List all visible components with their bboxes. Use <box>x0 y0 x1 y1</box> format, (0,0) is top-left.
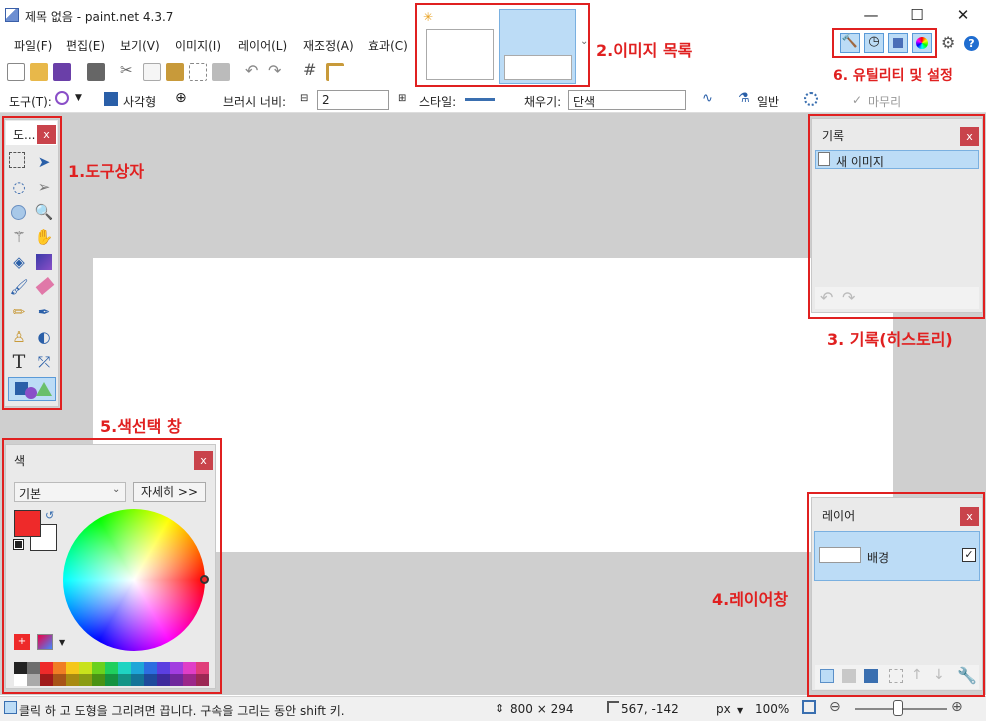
fill-label: 채우기: <box>524 95 562 109</box>
menu-view[interactable]: 보기(V) <box>120 37 160 54</box>
style-label: 스타일: <box>419 95 457 109</box>
shape-label[interactable]: 사각형 <box>123 93 156 110</box>
history-annotation-box <box>808 114 985 319</box>
blend-mode-select[interactable]: 일반 <box>757 93 779 110</box>
menu-adjustments[interactable]: 재조정(A) <box>303 37 354 54</box>
zoom-level[interactable]: 100% <box>755 702 789 716</box>
tools-annotation-box <box>2 116 62 410</box>
layers-annotation-box <box>807 492 985 697</box>
history-annotation: 3. 기록(히스토리) <box>827 330 953 349</box>
status-hint: 클릭 하 고 도형을 그리려면 끕니다. 구속을 그리는 동안 shift 키. <box>19 704 345 718</box>
minimize-button[interactable]: — <box>848 0 894 30</box>
tools-annotation: 1.도구상자 <box>68 162 145 181</box>
cursor-position-icon <box>607 701 619 713</box>
maximize-button[interactable]: ☐ <box>894 0 940 30</box>
menu-effects[interactable]: 효과(C) <box>368 37 408 54</box>
image-list-annotation-box <box>415 3 590 87</box>
decrease-width-icon[interactable]: ⊟ <box>300 93 308 104</box>
selection-mode-icon[interactable] <box>804 92 818 106</box>
app-icon <box>5 8 19 22</box>
units-select[interactable]: px <box>716 702 731 716</box>
image-list-annotation: 2.이미지 목록 <box>596 41 693 60</box>
zoom-slider-handle[interactable] <box>893 700 903 716</box>
shape-type-icon[interactable]: ⊕ <box>175 90 187 106</box>
layers-annotation: 4.레이어창 <box>712 590 789 609</box>
zoom-out-icon[interactable]: ⊖ <box>829 699 841 715</box>
tool-selector-icon[interactable] <box>55 91 69 105</box>
utilities-annotation-box <box>832 28 937 58</box>
ruler-icon[interactable] <box>326 63 344 81</box>
save-icon[interactable] <box>53 63 71 81</box>
checkmark-icon[interactable]: ✓ <box>852 93 862 107</box>
new-file-icon[interactable] <box>7 63 25 81</box>
brush-width-input[interactable]: 2 <box>317 90 389 110</box>
brush-width-label: 브러시 너비: <box>223 95 287 109</box>
tool-dropdown-arrow-icon[interactable]: ▼ <box>75 93 82 103</box>
menu-file[interactable]: 파일(F) <box>14 37 52 54</box>
crop-icon[interactable] <box>189 63 207 81</box>
antialias-icon[interactable]: ∿ <box>702 91 713 106</box>
open-folder-icon[interactable] <box>30 63 48 81</box>
zoom-in-icon[interactable]: ⊕ <box>951 699 963 715</box>
line-style-icon[interactable] <box>465 98 495 101</box>
undo-icon[interactable]: ↶ <box>245 61 258 80</box>
utilities-annotation: 6. 유틸리티 및 설정 <box>833 68 953 84</box>
help-icon[interactable]: ? <box>964 36 979 51</box>
increase-width-icon[interactable]: ⊞ <box>398 93 406 104</box>
window-title: 제목 없음 - paint.net 4.3.7 <box>25 10 174 24</box>
menu-layers[interactable]: 레이어(L) <box>238 37 287 54</box>
menu-edit[interactable]: 편집(E) <box>66 37 105 54</box>
shape-status-icon <box>4 701 17 714</box>
fill-select[interactable]: 단색 <box>568 90 686 110</box>
colors-annotation-box <box>2 438 222 694</box>
copy-icon[interactable] <box>143 63 161 81</box>
zoom-to-window-icon[interactable] <box>802 700 816 714</box>
menu-image[interactable]: 이미지(I) <box>175 37 221 54</box>
paste-icon[interactable] <box>166 63 184 81</box>
print-icon[interactable] <box>87 63 105 81</box>
deselect-icon[interactable] <box>212 63 230 81</box>
settings-gear-icon[interactable]: ⚙ <box>941 33 955 52</box>
grid-icon[interactable]: # <box>303 60 316 79</box>
shape-icon[interactable] <box>104 92 118 106</box>
colors-annotation: 5.색선택 창 <box>100 417 182 436</box>
redo-icon[interactable]: ↷ <box>268 61 281 80</box>
cut-icon[interactable]: ✂ <box>120 61 133 79</box>
finish-button[interactable]: 마무리 <box>868 93 901 110</box>
units-dropdown-arrow-icon[interactable]: ▼ <box>737 706 743 715</box>
close-button[interactable]: ✕ <box>940 0 986 30</box>
image-size: 800 × 294 <box>510 702 574 716</box>
image-size-icon: ⇕ <box>495 702 505 715</box>
blend-mode-icon[interactable]: ⚗ <box>738 91 750 106</box>
tool-label: 도구(T): <box>9 95 52 109</box>
cursor-position: 567, -142 <box>621 702 679 716</box>
